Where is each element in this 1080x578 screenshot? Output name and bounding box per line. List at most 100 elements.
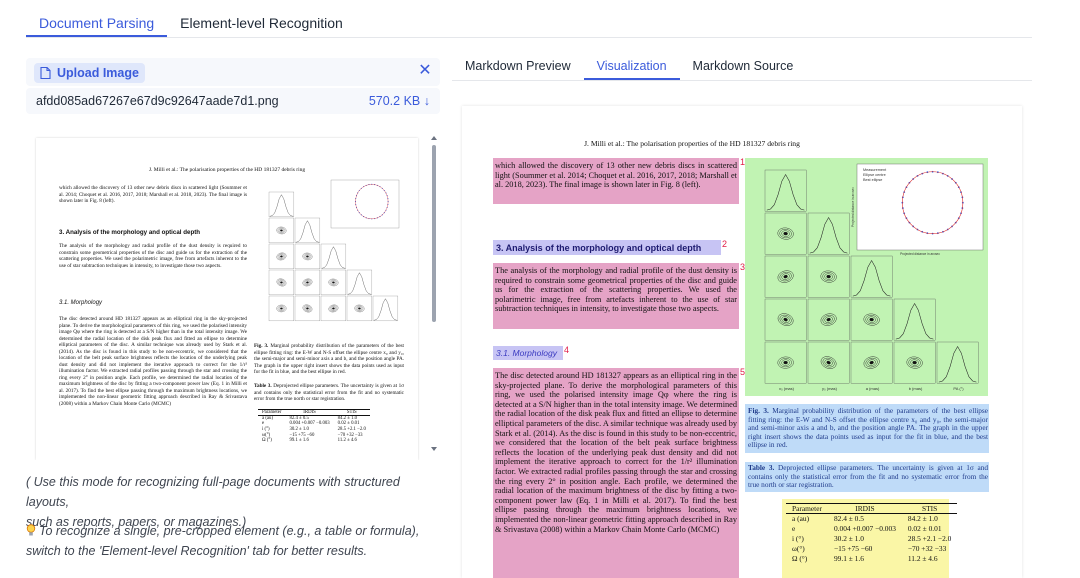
table-cell: i (°) [792, 534, 804, 543]
marginal-histogram [809, 216, 848, 254]
th-irdis: IRDIS [855, 504, 875, 513]
viz-table-caption-text: Deprojected ellipse parameters. The unce… [748, 463, 988, 490]
preview-subheading: 3.1. Morphology [59, 300, 103, 306]
table-cell: 99.1 ± 1.6 [833, 554, 864, 563]
box-label-2: 2 [722, 239, 728, 249]
marginal-histogram [938, 345, 977, 383]
table-row: a (au) 82.4 ± 0.5 84.2 ± 1.0 [786, 514, 957, 524]
posterior-contour [912, 360, 917, 365]
preview-paragraph-1: which allowed the discovery of 13 other … [59, 185, 247, 204]
table-cell: 82.4 ± 0.5 [833, 514, 864, 524]
tab-element-level-recognition[interactable]: Element-level Recognition [167, 8, 356, 37]
table-cell: −15 +75 −60 [833, 544, 873, 553]
corner-axis-label: PA (°) [953, 386, 964, 391]
table-cell: 0.004 +0.007 −0.003 [833, 524, 896, 533]
table-cell: 0.02 ± 0.01 [907, 524, 942, 533]
corner-axis-label: y₀ (mas) [822, 386, 838, 391]
lightbulb-icon [26, 524, 36, 536]
preview-corner-plot [268, 179, 400, 322]
viz-table-caption: Table 3. Deprojected ellipse parameters.… [748, 463, 988, 490]
preview-table-caption-text: Deprojected ellipse parameters. The unce… [254, 383, 404, 402]
file-size-value: 570.2 KB [368, 94, 421, 108]
posterior-contour [332, 281, 335, 284]
posterior-contour [280, 255, 283, 258]
inset-legend-entry: Ellipse centre [863, 173, 886, 177]
corner-panel [346, 269, 373, 296]
viz-running-head: J. Milli et al.: The polarisation proper… [584, 139, 800, 148]
posterior-contour [306, 307, 309, 310]
preview-th-parameter: Parameter [262, 410, 282, 415]
tip-note: To recognize a single, pre-cropped eleme… [26, 521, 446, 561]
preview-table-caption: Table 3. Deprojected ellipse parameters.… [254, 383, 404, 403]
file-size-download[interactable]: 570.2 KB ↓ [369, 94, 430, 108]
inset-legend-entry: Best ellipse [863, 178, 882, 182]
posterior-contour [306, 255, 309, 258]
mode-note-line-1: ( Use this mode for recognizing full-pag… [26, 475, 400, 509]
preview-figure-caption: Fig. 3. Marginal probability distributio… [254, 343, 404, 376]
table-cell: a (au) [792, 514, 810, 524]
corner-panel [268, 191, 295, 218]
tab-visualization[interactable]: Visualization [583, 55, 680, 80]
corner-panel [807, 212, 850, 255]
box-label-4: 4 [564, 345, 570, 355]
posterior-contour [280, 281, 283, 284]
image-preview: J. Milli et al.: The polarisation proper… [26, 128, 440, 460]
table-cell: Ω (°) [792, 554, 808, 563]
posterior-contour [783, 231, 788, 236]
upload-image-label: Upload Image [57, 66, 139, 80]
result-tabs: Markdown Preview Visualization Markdown … [452, 55, 1032, 81]
close-icon[interactable]: ✕ [414, 60, 436, 82]
preview-fig-caption-text: Marginal probability distribution of the… [254, 343, 404, 375]
posterior-contour [826, 360, 831, 365]
table-cell: 28.5 +2.1 −2.0 [907, 534, 952, 543]
marginal-histogram [374, 298, 397, 321]
inset-legend-entry: Measurement [863, 168, 887, 172]
posterior-contour [280, 307, 283, 310]
inset-frame [330, 179, 400, 229]
preview-scrollbar[interactable] [430, 136, 438, 459]
uploaded-file-row: afdd085ad67267e67d9c92647aade7d1.png 570… [26, 88, 440, 114]
preview-paragraph-2: The analysis of the morphology and radia… [59, 243, 247, 269]
scroll-down-arrow-icon[interactable] [430, 446, 438, 452]
scroll-up-arrow-icon[interactable] [430, 135, 438, 141]
table-row: e 0.004 +0.007 −0.003 0.02 ± 0.01 [786, 524, 957, 534]
posterior-contour [869, 317, 874, 322]
viz-paragraph-1: which allowed the discovery of 13 other … [495, 161, 737, 190]
marginal-histogram [348, 272, 371, 295]
upload-image-button[interactable]: Upload Image [34, 63, 145, 83]
table-cell: e [792, 524, 796, 533]
posterior-contour [332, 307, 335, 310]
posterior-contour [280, 229, 283, 232]
tip-line-1: To recognize a single, pre-cropped eleme… [39, 524, 420, 538]
tab-markdown-source[interactable]: Markdown Source [680, 55, 807, 80]
corner-axis-label: b (mas) [909, 386, 923, 391]
th-parameter: Parameter [792, 504, 822, 513]
table-row: ω(°) −15 +75 −60 −70 +32 −33 [786, 544, 957, 554]
viz-paragraph-2: The analysis of the morphology and radia… [495, 266, 737, 314]
table-cell: 30.2 ± 1.0 [833, 534, 864, 543]
corner-axis-label: a (mas) [866, 386, 880, 391]
th-stis: STIS [922, 504, 938, 513]
inset-y-axis-label: Projected distance in arcsec [851, 187, 855, 227]
tab-markdown-preview[interactable]: Markdown Preview [452, 55, 584, 80]
corner-panel [850, 255, 893, 298]
preview-fig-label: Fig. 3. [254, 343, 269, 349]
table-cell: ω(°) [792, 544, 805, 553]
posterior-contour [358, 307, 361, 310]
file-name: afdd085ad67267e67d9c92647aade7d1.png [36, 94, 279, 108]
corner-panel [936, 341, 979, 384]
preview-heading: 3. Analysis of the morphology and optica… [59, 229, 201, 236]
corner-panel [893, 298, 936, 341]
viz-heading: 3. Analysis of the morphology and optica… [496, 243, 702, 253]
marginal-histogram [322, 246, 345, 269]
marginal-histogram [852, 259, 891, 297]
corner-axis-label: x₀ (mas) [779, 386, 795, 391]
viz-corner-plot: MeasurementEllipse centreBest ellipse Pro… [764, 163, 984, 391]
tab-document-parsing[interactable]: Document Parsing [26, 8, 168, 37]
preview-cell: Ω (°) [262, 438, 272, 444]
preview-cell: 99.1 ± 1.6 [289, 438, 309, 444]
viz-subheading: 3.1. Morphology [496, 348, 557, 358]
scrollbar-thumb[interactable] [432, 145, 436, 322]
posterior-contour [783, 360, 788, 365]
upload-header: Upload Image ✕ [26, 58, 440, 86]
